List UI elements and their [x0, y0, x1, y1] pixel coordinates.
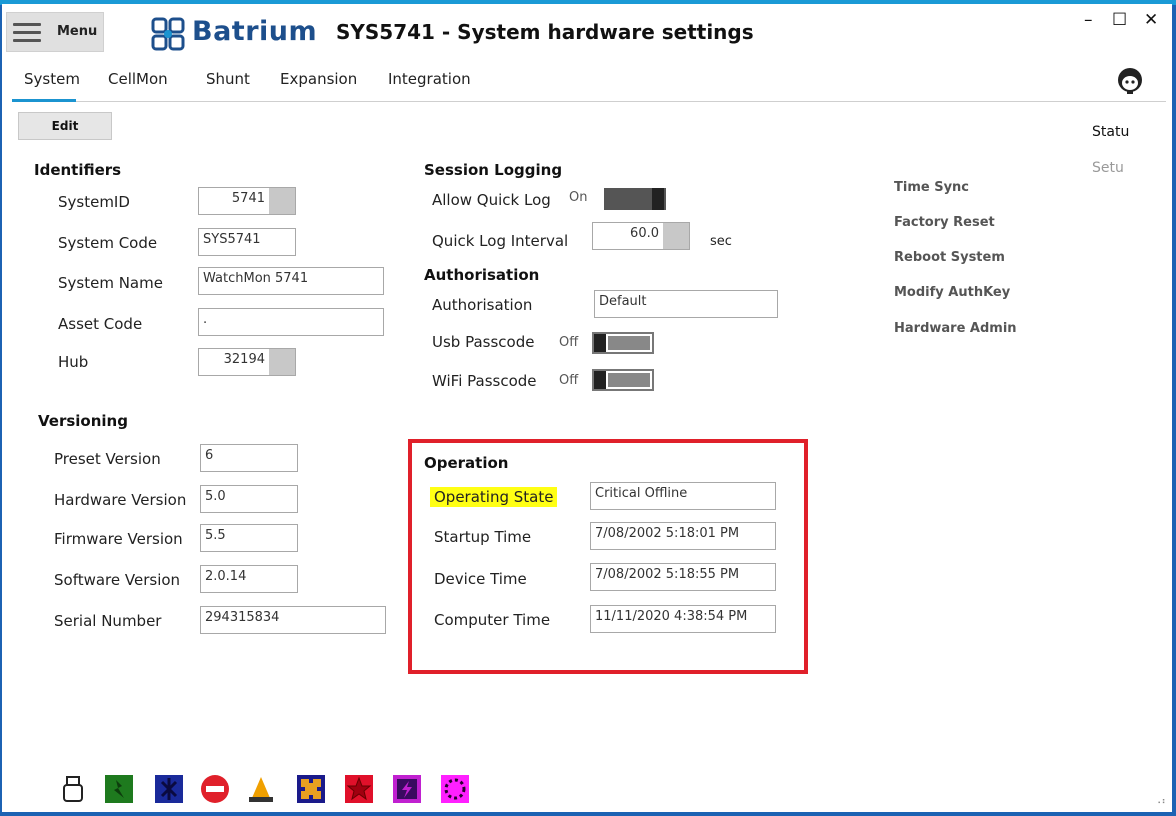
usb-toggle-thumb — [594, 334, 606, 352]
tab-shunt[interactable]: Shunt — [206, 70, 250, 88]
hamburger-icon — [13, 23, 41, 42]
system-code-label: System Code — [58, 234, 158, 252]
quick-log-interval-stepper[interactable]: 60.0 — [592, 222, 690, 250]
active-tab-indicator — [12, 99, 76, 102]
puzzle-icon[interactable] — [296, 774, 326, 804]
operating-state-field[interactable]: Critical Offline — [590, 482, 776, 510]
no-entry-icon[interactable] — [200, 774, 230, 804]
system-id-label: SystemID — [58, 193, 130, 211]
authorisation-heading: Authorisation — [424, 266, 540, 284]
tab-integration[interactable]: Integration — [388, 70, 471, 88]
app-window: Menu Batrium SYS5741 - System hardware s… — [2, 4, 1172, 812]
operation-highlight-box — [408, 439, 808, 674]
authorisation-label: Authorisation — [432, 296, 533, 314]
support-avatar-icon[interactable] — [1116, 66, 1144, 96]
device-time-field[interactable]: 7/08/2002 5:18:55 PM — [590, 563, 776, 591]
tab-cellmon[interactable]: CellMon — [108, 70, 168, 88]
reboot-system-link[interactable]: Reboot System — [894, 250, 1005, 265]
serial-number-label: Serial Number — [54, 612, 162, 630]
startup-time-field[interactable]: 7/08/2002 5:18:01 PM — [590, 522, 776, 550]
menu-label: Menu — [57, 24, 98, 39]
purple-flash-icon[interactable] — [392, 774, 422, 804]
usb-passcode-state: Off — [559, 335, 579, 350]
software-version-field[interactable]: 2.0.14 — [200, 565, 298, 593]
preset-version-field[interactable]: 6 — [200, 444, 298, 472]
wifi-passcode-state: Off — [559, 373, 579, 388]
hub-stepper[interactable]: 32194 — [198, 348, 296, 376]
side-tab-setup[interactable]: Setu — [1092, 160, 1124, 176]
usb-passcode-label: Usb Passcode — [432, 333, 535, 351]
minimize-icon[interactable]: – — [1084, 10, 1093, 30]
usb-toggle-track — [608, 336, 650, 350]
interval-unit: sec — [710, 234, 732, 249]
system-name-field[interactable]: WatchMon 5741 — [198, 267, 384, 295]
tab-divider — [12, 101, 1166, 102]
wifi-passcode-label: WiFi Passcode — [432, 372, 537, 390]
system-id-stepper[interactable]: 5741 — [198, 187, 296, 215]
batrium-logo-icon — [151, 17, 185, 51]
side-tab-status[interactable]: Statu — [1092, 124, 1129, 140]
wifi-toggle-track — [608, 373, 650, 387]
hardware-version-field[interactable]: 5.0 — [200, 485, 298, 513]
wifi-toggle-thumb — [594, 371, 606, 389]
identifiers-heading: Identifiers — [34, 161, 122, 179]
hub-spinner[interactable] — [269, 349, 295, 375]
quick-log-label: Allow Quick Log — [432, 191, 551, 209]
asset-code-field[interactable]: . — [198, 308, 384, 336]
tab-expansion[interactable]: Expansion — [280, 70, 357, 88]
tab-system[interactable]: System — [24, 70, 80, 88]
firmware-version-label: Firmware Version — [54, 530, 183, 548]
computer-time-label: Computer Time — [434, 611, 551, 629]
resize-grip-icon[interactable]: ⠠⠆ — [1154, 796, 1169, 807]
computer-time-field[interactable]: 11/11/2020 4:38:54 PM — [590, 605, 776, 633]
preset-version-label: Preset Version — [54, 450, 161, 468]
time-sync-link[interactable]: Time Sync — [894, 180, 969, 195]
page-title: SYS5741 - System hardware settings — [336, 20, 754, 44]
close-icon[interactable]: ✕ — [1144, 10, 1158, 30]
system-code-field[interactable]: SYS5741 — [198, 228, 296, 256]
device-time-label: Device Time — [434, 570, 527, 588]
green-status-icon[interactable] — [104, 774, 134, 804]
magenta-dots-icon[interactable] — [440, 774, 470, 804]
serial-number-field[interactable]: 294315834 — [200, 606, 386, 634]
usb-icon[interactable] — [58, 774, 88, 804]
wizard-hat-icon[interactable] — [246, 774, 276, 804]
authorisation-field[interactable]: Default — [594, 290, 778, 318]
software-version-label: Software Version — [54, 571, 181, 589]
menu-button[interactable]: Menu — [6, 12, 104, 52]
operating-state-label-text: Operating State — [430, 487, 558, 507]
usb-passcode-toggle[interactable] — [592, 332, 654, 354]
asset-code-label: Asset Code — [58, 315, 143, 333]
modify-authkey-link[interactable]: Modify AuthKey — [894, 285, 1010, 300]
factory-reset-link[interactable]: Factory Reset — [894, 215, 995, 230]
quick-log-interval-value: 60.0 — [630, 226, 659, 241]
versioning-heading: Versioning — [38, 412, 128, 430]
operation-heading: Operation — [424, 454, 509, 472]
hub-label: Hub — [58, 353, 89, 371]
quick-log-state: On — [569, 190, 588, 205]
hardware-admin-link[interactable]: Hardware Admin — [894, 321, 1017, 336]
startup-time-label: Startup Time — [434, 528, 532, 546]
quick-log-interval-spinner[interactable] — [663, 223, 689, 249]
edit-button[interactable]: Edit — [18, 112, 112, 140]
brand-name: Batrium — [192, 16, 318, 47]
system-name-label: System Name — [58, 274, 163, 292]
operating-state-label: Operating State — [430, 487, 558, 507]
quick-log-toggle-thumb — [652, 188, 664, 210]
quick-log-toggle[interactable] — [604, 188, 666, 210]
system-id-value: 5741 — [231, 191, 265, 206]
firmware-version-field[interactable]: 5.5 — [200, 524, 298, 552]
bluetooth-off-icon[interactable] — [154, 774, 184, 804]
session-logging-heading: Session Logging — [424, 161, 563, 179]
quick-log-interval-label: Quick Log Interval — [432, 232, 569, 250]
hardware-version-label: Hardware Version — [54, 491, 187, 509]
system-id-spinner[interactable] — [269, 188, 295, 214]
wifi-passcode-toggle[interactable] — [592, 369, 654, 391]
maximize-icon[interactable]: ☐ — [1112, 10, 1127, 30]
hub-value: 32194 — [223, 352, 265, 367]
red-star-icon[interactable] — [344, 774, 374, 804]
